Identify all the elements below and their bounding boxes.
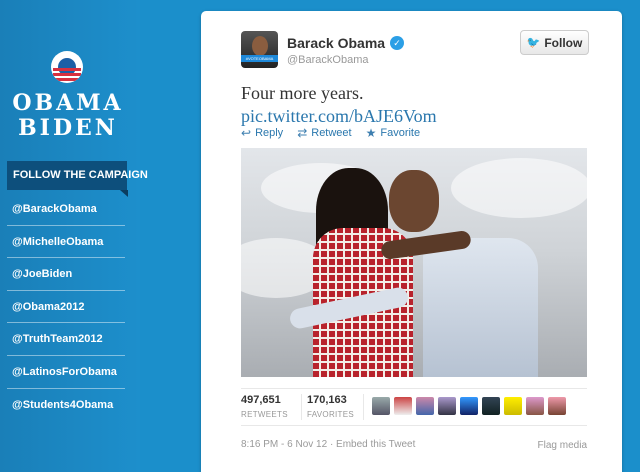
- retweets-count: 497,651: [241, 394, 281, 406]
- brand-name-line2: BIDEN: [18, 115, 118, 141]
- embed-tweet-link[interactable]: Embed this Tweet: [336, 439, 415, 450]
- divider: [241, 388, 587, 389]
- favorites-count: 170,163: [307, 394, 347, 406]
- tweet-actions: ↩ Reply ⇄ Retweet ★ Favorite: [241, 126, 420, 140]
- handle-link-latinosforobama[interactable]: @LatinosForObama: [7, 356, 125, 389]
- handle-link-students4obama[interactable]: @Students4Obama: [7, 389, 125, 422]
- avatar[interactable]: [504, 397, 522, 415]
- twitter-bird-icon: 🐦: [526, 37, 541, 49]
- retweeter-avatars: [372, 397, 566, 415]
- favorites-label: FAVORITES: [307, 410, 355, 419]
- handle-link-barackobama[interactable]: @BarackObama: [7, 193, 125, 226]
- brand-name-line1: OBAMA: [12, 90, 124, 116]
- avatar[interactable]: [526, 397, 544, 415]
- handle-link-truthteam2012[interactable]: @TruthTeam2012: [7, 323, 125, 356]
- retweet-button[interactable]: ⇄ Retweet: [297, 126, 351, 140]
- avatar[interactable]: [482, 397, 500, 415]
- star-icon: ★: [365, 126, 377, 140]
- tweet-media-link[interactable]: pic.twitter.com/bAJE6Vom: [241, 105, 437, 127]
- reply-arrow-icon: ↩: [241, 126, 252, 140]
- reply-label: Reply: [255, 127, 284, 139]
- tweet-photo[interactable]: [241, 148, 587, 377]
- handle-link-obama2012[interactable]: @Obama2012: [7, 291, 125, 324]
- campaign-sidebar: OBAMA BIDEN FOLLOW THE CAMPAIGN @BarackO…: [0, 0, 148, 472]
- retweet-label: Retweet: [311, 127, 352, 139]
- avatar[interactable]: [416, 397, 434, 415]
- flag-media-link[interactable]: Flag media: [538, 440, 587, 451]
- display-name[interactable]: Barack Obama: [287, 35, 385, 51]
- campaign-handle-list: @BarackObama @MichelleObama @JoeBiden @O…: [7, 193, 125, 421]
- divider: [363, 394, 364, 420]
- retweets-label: RETWEETS: [241, 410, 288, 419]
- favorite-button[interactable]: ★ Favorite: [366, 126, 421, 140]
- avatar[interactable]: [548, 397, 566, 415]
- timestamp[interactable]: 8:16 PM - 6 Nov 12: [241, 439, 327, 450]
- favorite-label: Favorite: [380, 127, 421, 139]
- handle-link-michelleobama[interactable]: @MichelleObama: [7, 226, 125, 259]
- divider: [241, 425, 587, 426]
- screen-name[interactable]: @BarackObama: [287, 54, 368, 66]
- follow-button[interactable]: 🐦 Follow: [520, 30, 589, 55]
- favorites-stat[interactable]: 170,163 FAVORITES: [307, 394, 354, 419]
- avatar[interactable]: [372, 397, 390, 415]
- handle-link-joebiden[interactable]: @JoeBiden: [7, 258, 125, 291]
- verified-check-icon: ✓: [390, 36, 404, 50]
- tweet-meta: 8:16 PM - 6 Nov 12 · Embed this Tweet: [241, 439, 416, 450]
- avatar[interactable]: #VOTEOBAMA: [241, 31, 278, 68]
- tweet-text: Four more years.: [241, 83, 364, 103]
- avatar[interactable]: [460, 397, 478, 415]
- tweet-card: #VOTEOBAMA Barack Obama ✓ @BarackObama 🐦…: [201, 11, 622, 472]
- divider: [301, 394, 302, 420]
- avatar[interactable]: [438, 397, 456, 415]
- obama-logo-icon: [51, 51, 83, 83]
- reply-button[interactable]: ↩ Reply: [241, 126, 283, 140]
- avatar-badge: #VOTEOBAMA: [241, 55, 278, 62]
- retweets-stat[interactable]: 497,651 RETWEETS: [241, 394, 288, 419]
- follow-campaign-banner: FOLLOW THE CAMPAIGN: [7, 161, 148, 197]
- retweet-icon: ⇄: [297, 126, 308, 140]
- follow-label: Follow: [544, 35, 583, 50]
- avatar[interactable]: [394, 397, 412, 415]
